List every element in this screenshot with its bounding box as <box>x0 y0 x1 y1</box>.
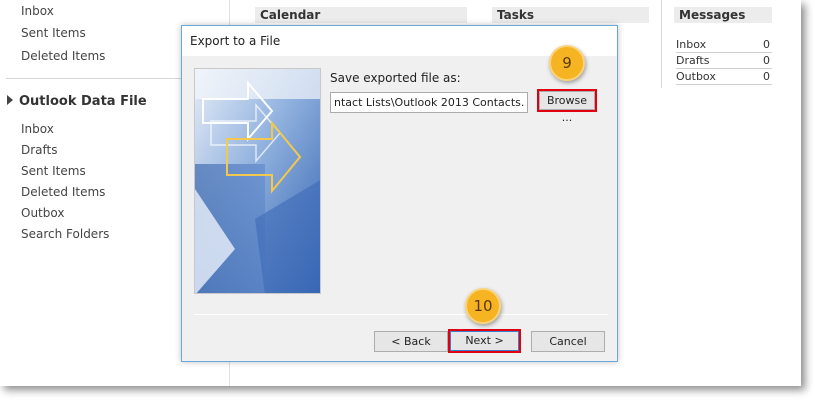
messages-row-inbox[interactable]: Inbox 0 <box>676 37 772 53</box>
wizard-arrows-graphic <box>195 69 320 293</box>
next-button[interactable]: Next > <box>448 329 521 353</box>
outlook-window: Inbox Sent Items Deleted Items Outlook D… <box>0 0 801 386</box>
browse-button-label: Browse ... <box>539 91 595 124</box>
dialog-divider <box>194 314 608 315</box>
messages-row-count: 0 <box>763 38 770 51</box>
messages-row-label: Outbox <box>676 70 716 83</box>
nav-item-sent-items[interactable]: Sent Items <box>21 26 86 40</box>
step-9-callout-badge: 9 <box>549 45 585 81</box>
messages-column-header: Messages <box>674 7 772 23</box>
step-10-callout-badge: 10 <box>465 288 501 324</box>
nav-item-inbox[interactable]: Inbox <box>21 4 54 18</box>
nav-item-data-inbox[interactable]: Inbox <box>21 122 54 136</box>
nav-item-data-drafts[interactable]: Drafts <box>21 143 58 157</box>
messages-panel: Messages Inbox 0 Drafts 0 Outbox 0 <box>661 0 773 88</box>
outlook-data-file-header[interactable]: Outlook Data File <box>7 94 147 109</box>
messages-row-outbox[interactable]: Outbox 0 <box>676 69 772 85</box>
next-button-label: Next > <box>450 331 519 351</box>
cancel-button[interactable]: Cancel <box>531 331 605 352</box>
nav-item-data-search-folders[interactable]: Search Folders <box>21 227 109 241</box>
save-exported-file-label: Save exported file as: <box>330 71 461 85</box>
nav-item-data-deleted-items[interactable]: Deleted Items <box>21 185 105 199</box>
messages-row-count: 0 <box>763 54 770 67</box>
messages-row-label: Drafts <box>676 54 710 67</box>
tasks-column-header: Tasks <box>492 7 649 23</box>
export-to-file-dialog: Export to a File Save exported file as: … <box>181 25 618 362</box>
messages-row-drafts[interactable]: Drafts 0 <box>676 53 772 69</box>
messages-row-count: 0 <box>763 70 770 83</box>
back-button[interactable]: < Back <box>374 331 448 352</box>
outlook-data-file-label: Outlook Data File <box>19 94 147 109</box>
wizard-illustration <box>194 68 321 294</box>
nav-item-deleted-items[interactable]: Deleted Items <box>21 49 105 63</box>
messages-row-label: Inbox <box>676 38 707 51</box>
browse-button[interactable]: Browse ... <box>537 89 597 124</box>
expand-triangle-icon[interactable] <box>7 95 13 105</box>
nav-item-data-sent-items[interactable]: Sent Items <box>21 164 86 178</box>
nav-item-data-outbox[interactable]: Outbox <box>21 206 64 220</box>
calendar-column-header: Calendar <box>255 7 467 23</box>
export-path-input[interactable] <box>330 92 528 113</box>
